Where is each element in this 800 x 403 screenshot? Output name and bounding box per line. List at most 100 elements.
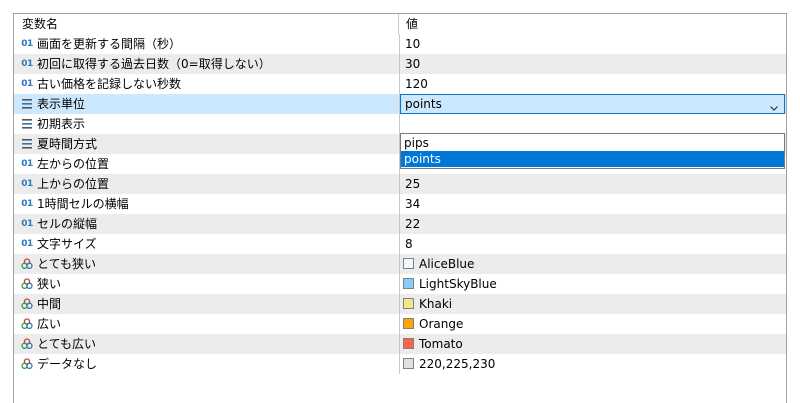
value-text: Khaki [419, 297, 453, 311]
table-row[interactable]: データなし 220,225,230 [14, 354, 786, 374]
variable-name-cell[interactable]: 01 上からの位置 [14, 174, 400, 194]
integer-type-icon: 01 [21, 179, 33, 189]
value-text: Orange [419, 317, 464, 331]
color-swatch [403, 358, 414, 369]
variable-name-cell[interactable]: とても狭い [14, 254, 400, 274]
integer-type-icon: 01 [21, 219, 33, 229]
variable-name-cell[interactable]: 01 文字サイズ [14, 234, 400, 254]
unit-select-value: points [405, 97, 442, 111]
value-text: 10 [405, 37, 421, 51]
variable-name-cell[interactable]: 01 初回に取得する過去日数（0=取得しない） [14, 54, 400, 74]
variable-name-cell[interactable]: 01 1時間セルの横幅 [14, 194, 400, 214]
variable-name-label: 画面を更新する間隔（秒） [37, 37, 182, 51]
table-row[interactable]: 01 1時間セルの横幅 34 [14, 194, 786, 214]
table-row[interactable]: とても広い Tomato [14, 334, 786, 354]
variable-name-cell[interactable]: 夏時間方式 [14, 134, 400, 154]
variable-name-cell[interactable]: とても広い [14, 334, 400, 354]
variable-name-cell[interactable]: 表示単位 [14, 94, 400, 114]
variable-name-label: 左からの位置 [37, 157, 110, 171]
variable-name-label: 古い価格を記録しない秒数 [37, 77, 182, 91]
value-text: 8 [405, 237, 413, 251]
variable-name-label: 1時間セルの横幅 [37, 197, 129, 211]
color-swatch [403, 298, 414, 309]
variable-name-label: 中間 [37, 297, 62, 311]
color-swatch [403, 318, 414, 329]
header-row: 変数名 値 [14, 14, 786, 34]
color-swatch [403, 278, 414, 289]
table-row[interactable]: 広い Orange [14, 314, 786, 334]
dropdown-option-points[interactable]: points [401, 151, 784, 167]
variable-name-cell[interactable]: 01 左からの位置 [14, 154, 400, 174]
value-cell[interactable]: AliceBlue [400, 254, 786, 274]
variable-name-cell[interactable]: 広い [14, 314, 400, 334]
value-cell[interactable]: 10 [400, 34, 786, 54]
color-swatch [403, 338, 414, 349]
value-cell[interactable]: 22 [400, 214, 786, 234]
value-text: 30 [405, 57, 421, 71]
value-cell[interactable]: points [400, 94, 786, 114]
enum-list-icon [19, 134, 35, 154]
variable-name-cell[interactable]: 01 古い価格を記録しない秒数 [14, 74, 400, 94]
table-row[interactable]: 01 画面を更新する間隔（秒） 10 [14, 34, 786, 54]
chevron-down-icon[interactable] [769, 99, 779, 114]
value-cell[interactable]: 25 [400, 174, 786, 194]
value-cell[interactable]: 120 [400, 74, 786, 94]
variable-name-label: 上からの位置 [37, 177, 110, 191]
variable-name-label: 初期表示 [37, 117, 86, 131]
variable-name-cell[interactable]: 狭い [14, 274, 400, 294]
unit-select[interactable]: points [400, 94, 785, 114]
variable-name-label: 広い [37, 317, 62, 331]
color-palette-icon [19, 254, 35, 274]
value-cell[interactable]: Khaki [400, 294, 786, 314]
value-cell[interactable] [400, 114, 786, 134]
integer-type-icon: 01 [21, 159, 33, 169]
value-text: 34 [405, 197, 421, 211]
integer-type-icon: 01 [21, 239, 33, 249]
table-row[interactable]: 01 上からの位置 25 [14, 174, 786, 194]
table-row[interactable]: 01 初回に取得する過去日数（0=取得しない） 30 [14, 54, 786, 74]
table-row[interactable]: 中間 Khaki [14, 294, 786, 314]
variable-name-cell[interactable]: 01 セルの縦幅 [14, 214, 400, 234]
color-palette-icon [19, 354, 35, 374]
value-text: 220,225,230 [419, 357, 496, 371]
variable-name-label: とても広い [37, 337, 97, 351]
value-text: AliceBlue [419, 257, 475, 271]
value-cell[interactable]: Tomato [400, 334, 786, 354]
enum-list-icon [19, 114, 35, 134]
variable-name-cell[interactable]: 中間 [14, 294, 400, 314]
value-cell[interactable]: 30 [400, 54, 786, 74]
integer-type-icon: 01 [21, 199, 33, 209]
integer-type-icon: 01 [21, 39, 33, 49]
color-palette-icon [19, 274, 35, 294]
variable-name-cell[interactable]: データなし [14, 354, 400, 374]
value-cell[interactable]: LightSkyBlue [400, 274, 786, 294]
variable-name-label: 狭い [37, 277, 62, 291]
variable-name-label: 文字サイズ [37, 237, 97, 251]
table-row[interactable]: 表示単位 points [14, 94, 786, 114]
table-row[interactable]: 初期表示 [14, 114, 786, 134]
column-header-name[interactable]: 変数名 [14, 14, 399, 34]
value-cell[interactable]: 8 [400, 234, 786, 254]
color-swatch [403, 258, 414, 269]
table-row[interactable]: 01 セルの縦幅 22 [14, 214, 786, 234]
table-row[interactable]: とても狭い AliceBlue [14, 254, 786, 274]
table-row[interactable]: 狭い LightSkyBlue [14, 274, 786, 294]
value-text: Tomato [419, 337, 463, 351]
table-row[interactable]: 01 古い価格を記録しない秒数 120 [14, 74, 786, 94]
value-text: 22 [405, 217, 421, 231]
column-header-value[interactable]: 値 [400, 14, 786, 34]
dropdown-option-pips[interactable]: pips [401, 135, 784, 151]
variable-name-cell[interactable]: 初期表示 [14, 114, 400, 134]
color-palette-icon [19, 314, 35, 334]
integer-type-icon: 01 [21, 79, 33, 89]
enum-list-icon [19, 94, 35, 114]
table-row[interactable]: 01 文字サイズ 8 [14, 234, 786, 254]
variable-name-cell[interactable]: 01 画面を更新する間隔（秒） [14, 34, 400, 54]
value-text: LightSkyBlue [419, 277, 497, 291]
value-text: 25 [405, 177, 421, 191]
value-cell[interactable]: Orange [400, 314, 786, 334]
variable-name-label: データなし [37, 357, 98, 371]
value-cell[interactable]: 34 [400, 194, 786, 214]
value-cell[interactable]: 220,225,230 [400, 354, 786, 374]
dropdown-list: pips points [400, 133, 785, 169]
